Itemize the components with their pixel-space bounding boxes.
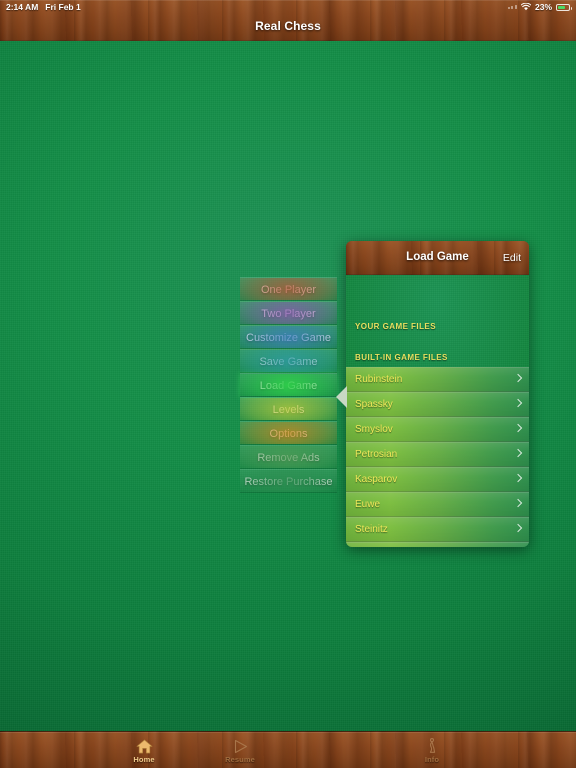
- chevron-right-icon: [515, 400, 520, 409]
- status-bar: 2:14 AM Fri Feb 1 23%: [0, 0, 576, 14]
- menu-item-one-player[interactable]: One Player: [240, 277, 337, 301]
- tab-spacer: [480, 732, 576, 768]
- menu-row: Levels: [240, 397, 337, 421]
- list-item[interactable]: Petrosian: [346, 441, 529, 467]
- tab-label: Resume: [225, 755, 255, 764]
- status-bar-time: 2:14 AM: [6, 2, 39, 12]
- menu-item-remove-ads[interactable]: Remove Ads: [240, 445, 337, 469]
- menu-row: Two Player: [240, 301, 337, 325]
- chevron-right-icon: [515, 375, 520, 384]
- tab-info[interactable]: Info: [384, 732, 480, 768]
- menu-row: One Player: [240, 277, 337, 301]
- list-item[interactable]: Kasparov: [346, 466, 529, 492]
- menu-item-glow: [240, 350, 337, 372]
- menu-item-restore-purchase[interactable]: Restore Purchase: [240, 469, 337, 493]
- menu-item-glow: [240, 302, 337, 324]
- status-bar-left: 2:14 AM Fri Feb 1: [6, 2, 81, 12]
- menu-item-glow: [240, 398, 337, 420]
- menu-item-customize-game[interactable]: Customize Game: [240, 325, 337, 349]
- main-menu: One Player Two Player Customize Game Sav…: [240, 277, 337, 493]
- tab-label: Info: [424, 755, 440, 764]
- tab-spacer: [288, 732, 384, 768]
- list-item[interactable]: Euwe: [346, 491, 529, 517]
- game-file-name: Steinitz: [355, 523, 388, 535]
- battery-icon: [556, 3, 572, 11]
- menu-item-glow: [240, 470, 337, 492]
- list-item[interactable]: Lasker: [346, 541, 529, 547]
- menu-item-load-game[interactable]: Load Game: [240, 373, 337, 397]
- chevron-right-icon: [515, 450, 520, 459]
- game-file-name: Spassky: [355, 398, 393, 410]
- chevron-right-icon: [515, 525, 520, 534]
- battery-percent-label: 23%: [534, 2, 552, 12]
- list-item[interactable]: Steinitz: [346, 516, 529, 542]
- chevron-right-icon: [515, 500, 520, 509]
- menu-item-glow: [240, 278, 337, 300]
- menu-item-save-game[interactable]: Save Game: [240, 349, 337, 373]
- edit-button[interactable]: Edit: [503, 252, 521, 264]
- menu-row: Options: [240, 421, 337, 445]
- section-header-built-in-game-files: BUILT-IN GAME FILES: [355, 353, 448, 362]
- menu-item-glow: [240, 446, 337, 468]
- status-bar-date: Fri Feb 1: [45, 2, 81, 12]
- menu-item-glow: [240, 422, 337, 444]
- menu-item-glow: [240, 326, 337, 348]
- menu-item-two-player[interactable]: Two Player: [240, 301, 337, 325]
- menu-row: Restore Purchase: [240, 469, 337, 493]
- game-file-name: Petrosian: [355, 448, 398, 460]
- menu-item-levels[interactable]: Levels: [240, 397, 337, 421]
- popover-header: Load Game Edit: [346, 241, 529, 275]
- game-file-name: Lasker: [355, 543, 385, 547]
- wifi-icon: [520, 3, 531, 11]
- signal-dots-icon: [507, 5, 517, 9]
- popover-body[interactable]: YOUR GAME FILES BUILT-IN GAME FILES Rubi…: [346, 275, 529, 547]
- app-title: Real Chess: [255, 19, 321, 33]
- menu-item-glow: [240, 374, 337, 396]
- app-screen: Real Chess 2:14 AM Fri Feb 1 23% Load Ga…: [0, 0, 576, 768]
- list-item[interactable]: Rubinstein: [346, 367, 529, 392]
- game-file-name: Euwe: [355, 498, 381, 510]
- built-in-game-file-list: Rubinstein Spassky Smyslov Petrosian Kas…: [346, 367, 529, 547]
- game-file-name: Rubinstein: [355, 374, 403, 385]
- home-icon: [136, 736, 153, 754]
- popover-arrow-icon: [336, 386, 347, 408]
- section-header-your-game-files: YOUR GAME FILES: [355, 322, 436, 331]
- info-icon: [425, 736, 439, 754]
- tab-resume[interactable]: Resume: [192, 732, 288, 768]
- play-icon: [232, 736, 249, 754]
- game-file-name: Smyslov: [355, 423, 393, 435]
- menu-item-options[interactable]: Options: [240, 421, 337, 445]
- menu-row: Customize Game: [240, 325, 337, 349]
- list-item[interactable]: Smyslov: [346, 416, 529, 442]
- game-file-name: Kasparov: [355, 473, 398, 485]
- menu-row: Save Game: [240, 349, 337, 373]
- chevron-right-icon: [515, 425, 520, 434]
- tab-spacer: [0, 732, 96, 768]
- popover-title: Load Game: [406, 251, 469, 263]
- tab-home[interactable]: Home: [96, 732, 192, 768]
- list-item[interactable]: Spassky: [346, 391, 529, 417]
- status-bar-right: 23%: [507, 2, 572, 12]
- menu-row: Load Game: [240, 373, 337, 397]
- chevron-right-icon: [515, 475, 520, 484]
- load-game-popover: Load Game Edit YOUR GAME FILES BUILT-IN …: [346, 241, 529, 547]
- bottom-tab-bar: Home Resume Info: [0, 731, 576, 768]
- menu-row: Remove Ads: [240, 445, 337, 469]
- tab-label: Home: [133, 755, 155, 764]
